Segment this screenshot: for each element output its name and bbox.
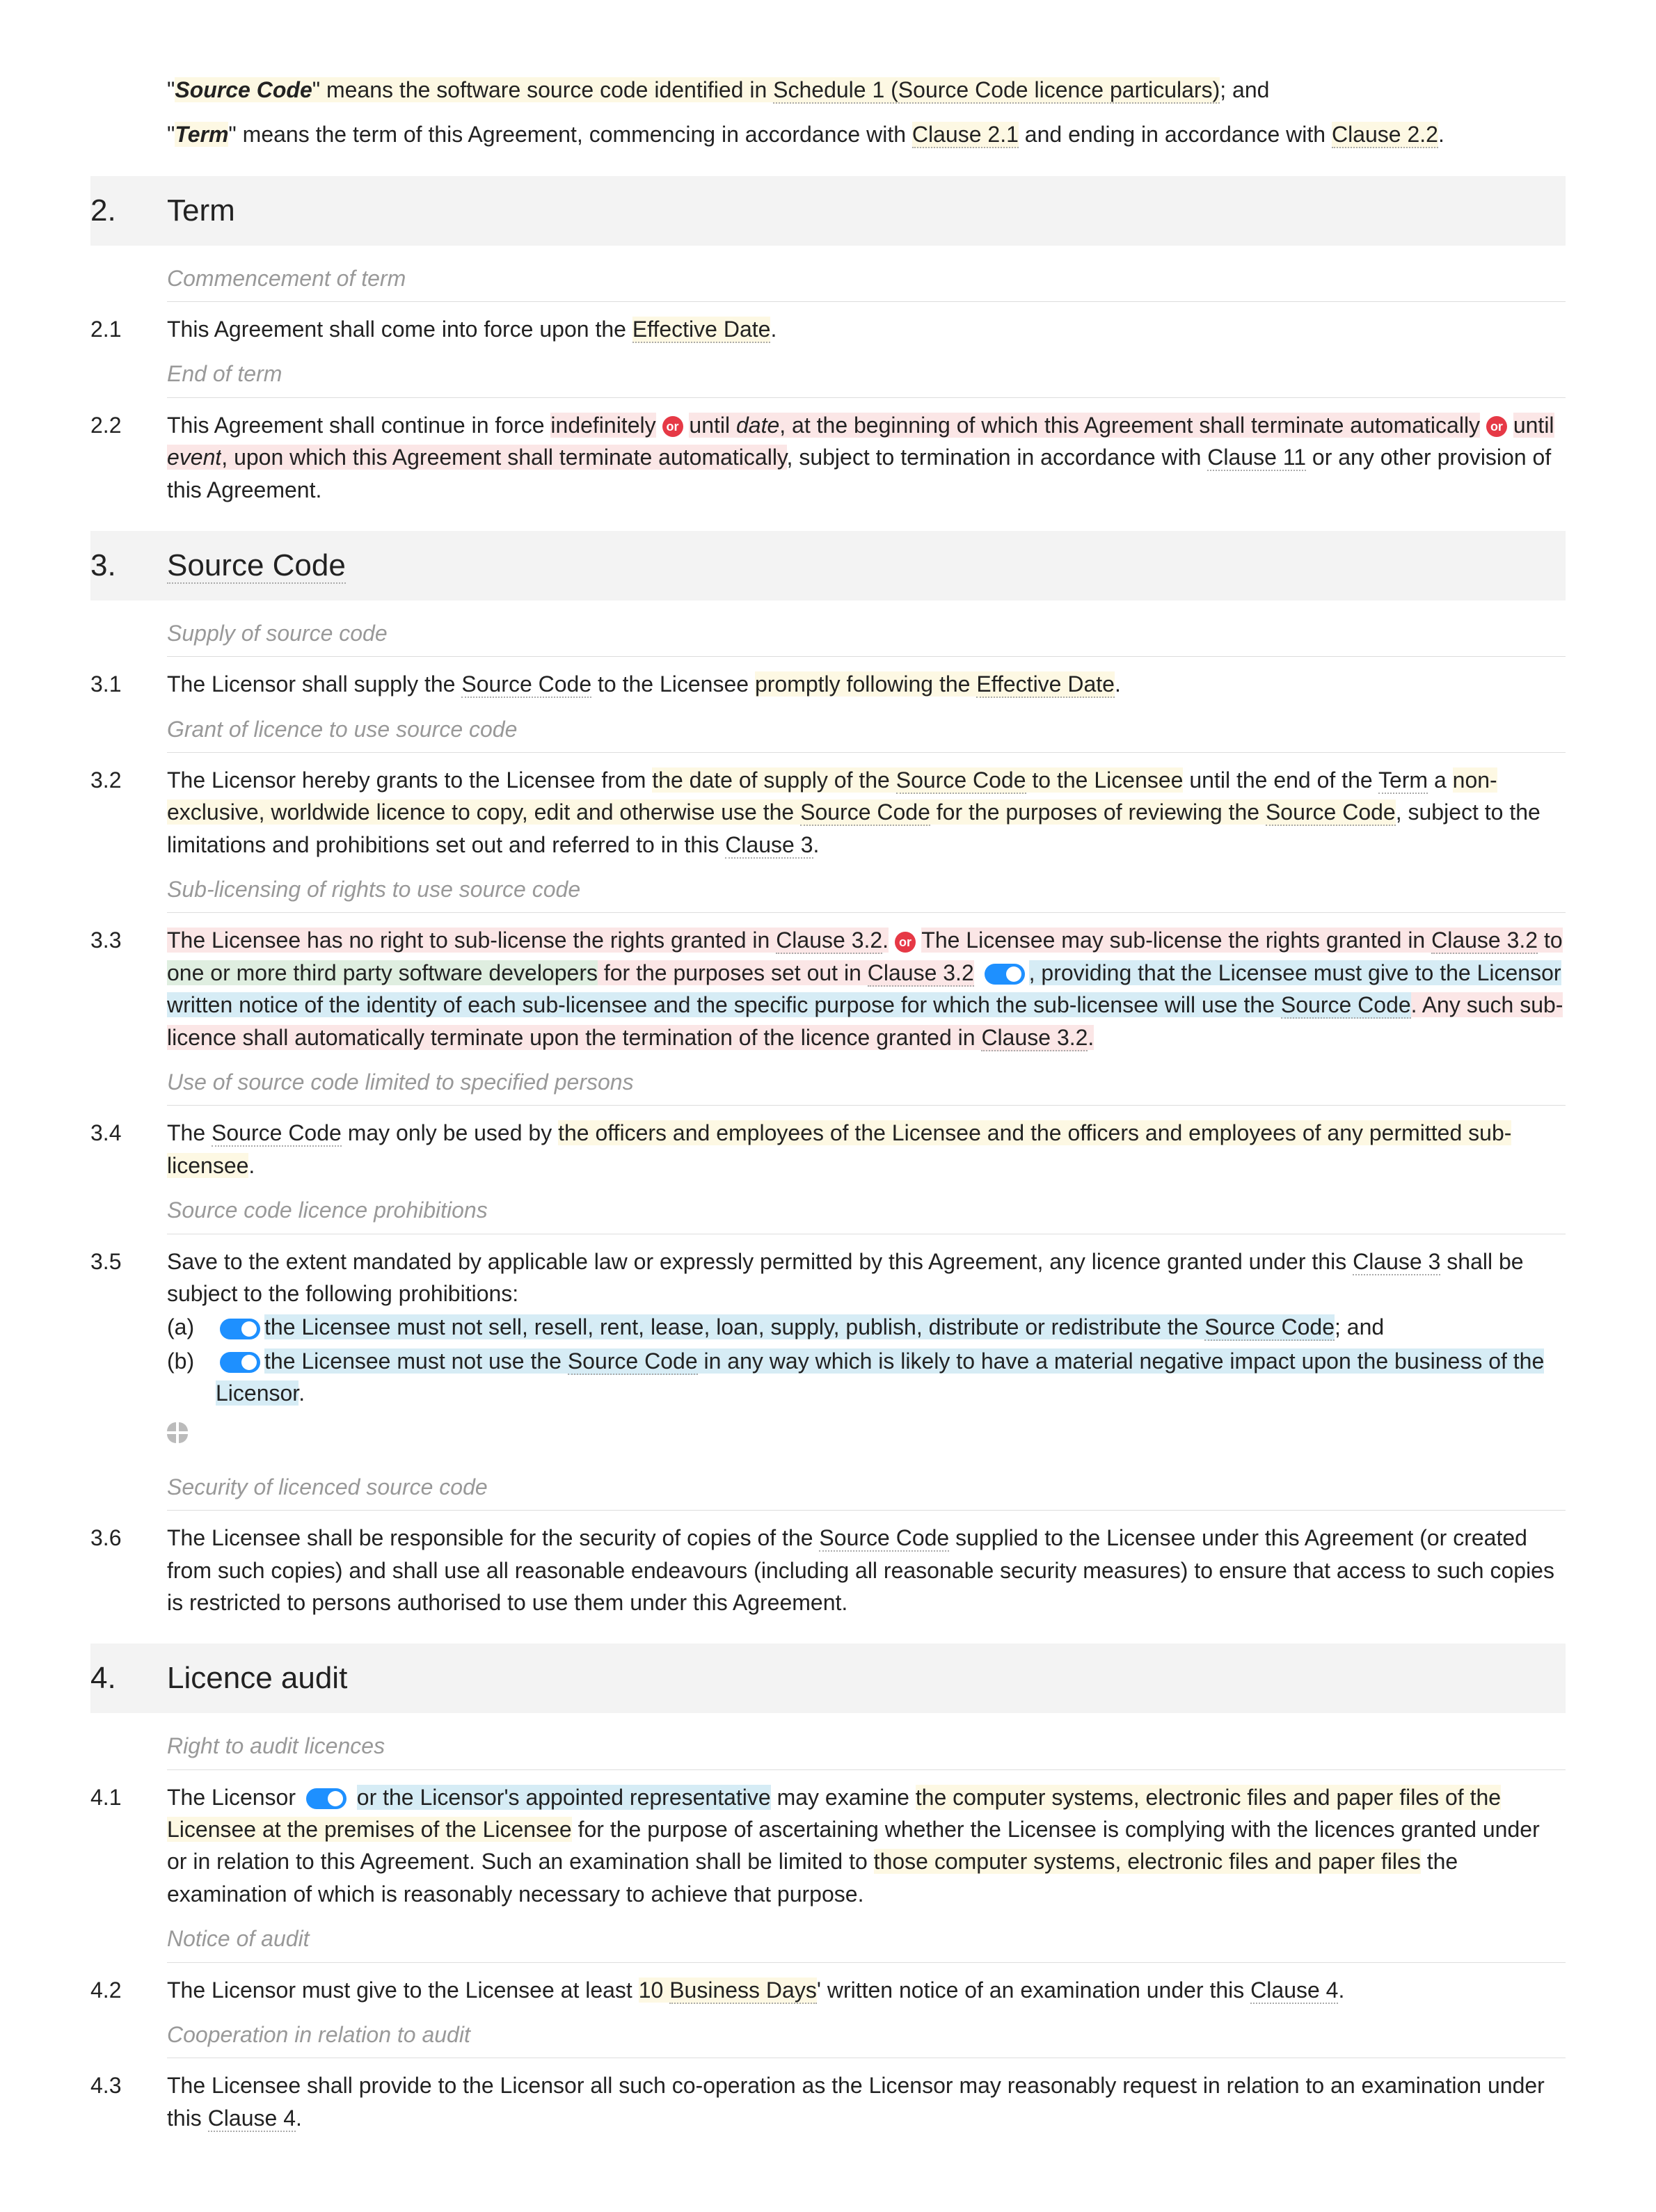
defined-ref[interactable]: Business Days <box>669 1978 817 2004</box>
defined-ref[interactable]: Source Code <box>800 799 930 826</box>
subheading: Notice of audit <box>90 1918 1566 1965</box>
subheading: Grant of licence to use source code <box>90 709 1566 756</box>
toggle-switch[interactable] <box>985 964 1025 985</box>
clause-4-2: 4.2 The Licensor must give to the Licens… <box>90 1970 1566 2010</box>
section-4-header: 4. Licence audit <box>90 1644 1566 1713</box>
clause-3-3: 3.3 The Licensee has no right to sub-lic… <box>90 920 1566 1058</box>
subheading: Right to audit licences <box>90 1726 1566 1772</box>
defined-term: Term <box>175 122 228 147</box>
clause-ref[interactable]: Clause 3 <box>725 832 813 859</box>
clause-2-1: 2.1 This Agreement shall come into force… <box>90 309 1566 349</box>
subheading: Source code licence prohibitions <box>90 1190 1566 1236</box>
defined-ref[interactable]: Effective Date <box>976 671 1115 698</box>
clause-ref[interactable]: Clause 2.2 <box>1332 122 1438 148</box>
defined-ref[interactable]: Term <box>1378 767 1428 794</box>
toggle-switch[interactable] <box>306 1788 347 1809</box>
subheading: Sub-licensing of rights to use source co… <box>90 869 1566 916</box>
toggle-switch[interactable] <box>220 1352 260 1373</box>
or-pill[interactable]: or <box>1486 416 1507 437</box>
clause-3-6: 3.6 The Licensee shall be responsible fo… <box>90 1518 1566 1623</box>
clause-ref[interactable]: Clause 2.1 <box>912 122 1019 148</box>
subheading: Security of licenced source code <box>90 1467 1566 1513</box>
defined-ref[interactable]: Source Code <box>568 1348 698 1375</box>
or-pill[interactable]: or <box>662 416 683 437</box>
defined-ref[interactable]: Source Code <box>1281 992 1411 1019</box>
clause-ref[interactable]: Clause 3.2 <box>1431 928 1538 954</box>
clause-3-5: 3.5 Save to the extent mandated by appli… <box>90 1241 1566 1463</box>
clause-ref[interactable]: Clause 3.2 <box>981 1025 1088 1051</box>
section-3-header: 3. Source Code <box>90 531 1566 600</box>
defined-ref[interactable]: Source Code <box>1266 799 1396 826</box>
defined-ref[interactable]: Source Code <box>1204 1314 1335 1341</box>
subheading: Cooperation in relation to audit <box>90 2014 1566 2061</box>
clause-3-4: 3.4 The Source Code may only be used by … <box>90 1113 1566 1186</box>
subheading: End of term <box>90 353 1566 400</box>
clause-ref[interactable]: Clause 11 <box>1207 445 1306 471</box>
clause-ref[interactable]: Clause 3.2 <box>776 928 882 954</box>
clause-ref[interactable]: Clause 4 <box>208 2106 296 2132</box>
schedule-ref[interactable]: Schedule 1 (Source Code licence particul… <box>773 77 1220 104</box>
add-item-icon[interactable] <box>167 1422 188 1443</box>
defined-ref[interactable]: Source Code <box>819 1525 949 1552</box>
clause-3-1: 3.1 The Licensor shall supply the Source… <box>90 664 1566 704</box>
clause-3-2: 3.2 The Licensor hereby grants to the Li… <box>90 760 1566 865</box>
clause-ref[interactable]: Clause 3 <box>1353 1249 1440 1275</box>
subheading: Use of source code limited to specified … <box>90 1062 1566 1108</box>
clause-ref[interactable]: Clause 4 <box>1250 1978 1338 2004</box>
toggle-switch[interactable] <box>220 1319 260 1339</box>
clause-4-3: 4.3 The Licensee shall provide to the Li… <box>90 2065 1566 2138</box>
definition-source-code: "Source Code" means the software source … <box>90 70 1566 110</box>
subheading: Supply of source code <box>90 613 1566 660</box>
clause-2-2: 2.2 This Agreement shall continue in for… <box>90 405 1566 510</box>
defined-ref[interactable]: Source Code <box>896 767 1026 794</box>
clause-4-1: 4.1 The Licensor or the Licensor's appoi… <box>90 1777 1566 1915</box>
list-item-b: (b) the Licensee must not use the Source… <box>167 1345 1566 1410</box>
defined-ref[interactable]: Source Code <box>461 671 591 698</box>
defined-ref[interactable]: Source Code <box>212 1120 342 1147</box>
clause-ref[interactable]: Clause 3.2 <box>868 960 974 987</box>
subheading: Commencement of term <box>90 258 1566 305</box>
list-item-a: (a) the Licensee must not sell, resell, … <box>167 1311 1566 1343</box>
definition-term: "Term" means the term of this Agreement,… <box>90 114 1566 154</box>
defined-ref[interactable]: Effective Date <box>632 317 771 343</box>
defined-term: Source Code <box>175 77 312 102</box>
section-2-header: 2. Term <box>90 176 1566 246</box>
placeholder-event[interactable]: event <box>167 445 221 470</box>
placeholder-date[interactable]: date <box>736 413 779 438</box>
or-pill[interactable]: or <box>895 932 916 953</box>
